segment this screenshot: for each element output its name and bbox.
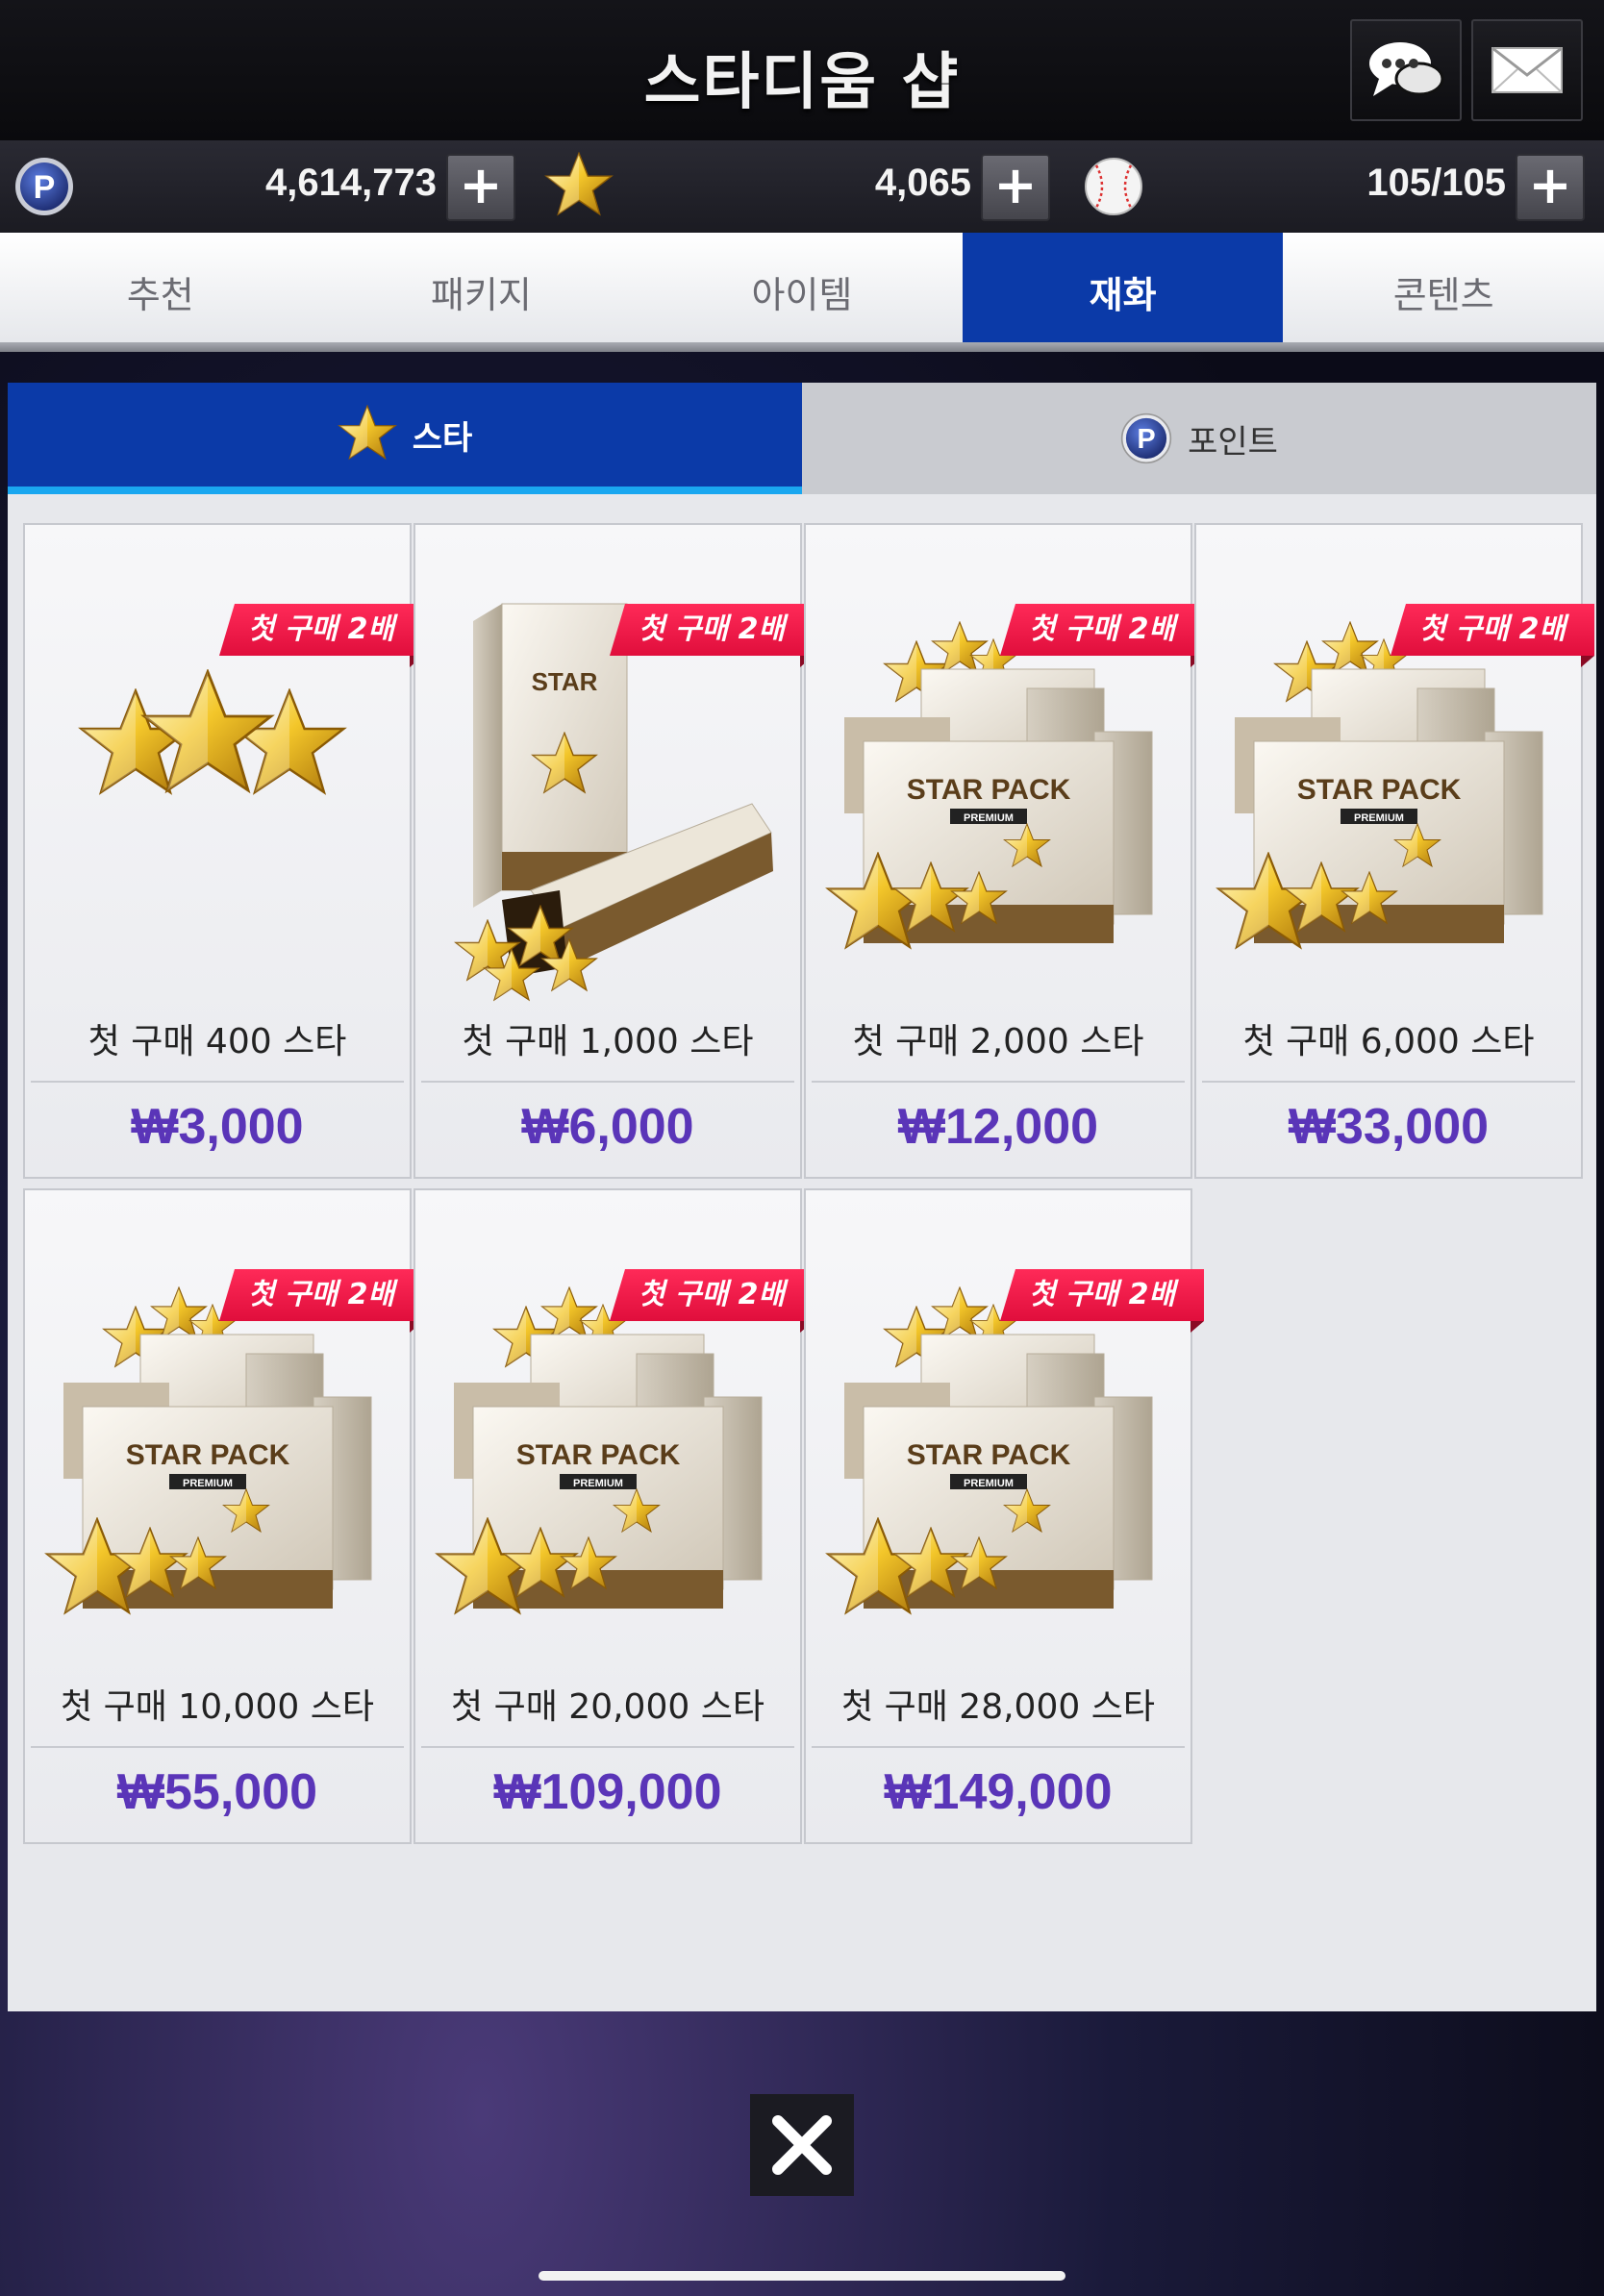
star-icon: [338, 405, 397, 464]
product-card[interactable]: 첫 구매 2배첫 구매 400 스타 ₩3,000: [23, 523, 423, 1179]
product-image: STAR: [415, 525, 800, 1006]
tab-package[interactable]: 패키지: [321, 233, 642, 350]
svg-text:STAR: STAR: [532, 667, 598, 696]
tab-item[interactable]: 아이템: [641, 233, 963, 350]
product-name: 첫 구매 20,000 스타: [451, 1687, 764, 1727]
currency-bar: P 4,614,773 + 4,065 + 105/105 +: [0, 140, 1604, 233]
svg-text:STAR PACK: STAR PACK: [1297, 774, 1462, 806]
product-card[interactable]: STAR 첫 구매 2배첫 구매 1,000 스타 ₩6,000: [414, 523, 814, 1179]
main-tab-bar: 추천 패키지 아이템 재화 콘텐츠: [0, 233, 1604, 350]
svg-text:STAR PACK: STAR PACK: [907, 1439, 1071, 1471]
point-balance: 4,614,773: [265, 162, 437, 204]
first-purchase-badge: 첫 구매 2배: [610, 604, 814, 656]
chat-button[interactable]: [1350, 19, 1462, 121]
badge-ribbon-fold: [1190, 1321, 1204, 1333]
first-purchase-badge: 첫 구매 2배: [1000, 604, 1204, 656]
baseball-icon: [1085, 158, 1142, 215]
svg-text:PREMIUM: PREMIUM: [1354, 812, 1404, 824]
product-price: ₩109,000: [493, 1764, 722, 1820]
product-image: STAR PACK PREMIUM: [1196, 525, 1581, 1006]
product-price: ₩12,000: [897, 1099, 1099, 1155]
tab-bar-divider: [0, 342, 1604, 352]
point-coin-icon: P: [1120, 412, 1172, 464]
svg-text:P: P: [34, 169, 56, 206]
mail-button[interactable]: [1471, 19, 1583, 121]
product-card[interactable]: STAR PACK PREMIUM 첫 구매 2배첫 구매 2,000 스타 ₩1…: [804, 523, 1204, 1179]
product-price: ₩33,000: [1288, 1099, 1490, 1155]
product-name: 첫 구매 400 스타: [88, 1022, 347, 1061]
product-name: 첫 구매 2,000 스타: [852, 1022, 1144, 1061]
product-name: 첫 구매 1,000 스타: [462, 1022, 754, 1061]
svg-text:STAR PACK: STAR PACK: [907, 774, 1071, 806]
svg-text:P: P: [1138, 424, 1156, 455]
product-image: STAR PACK PREMIUM: [806, 525, 1190, 1006]
star-balance: 4,065: [874, 162, 971, 204]
product-image: [25, 525, 410, 1006]
subtab-point-label: 포인트: [1188, 422, 1278, 462]
baseball-count: 105/105: [1366, 162, 1506, 204]
card-divider: [31, 1081, 404, 1083]
first-purchase-badge: 첫 구매 2배: [1000, 1269, 1204, 1321]
tab-recommended[interactable]: 추천: [0, 233, 321, 350]
star-currency: 4,065 +: [539, 140, 1073, 233]
svg-text:PREMIUM: PREMIUM: [573, 1478, 623, 1489]
badge-ribbon-fold: [1581, 656, 1594, 667]
first-purchase-badge: 첫 구매 2배: [610, 1269, 814, 1321]
point-coin-icon: P: [15, 158, 73, 215]
add-points-button[interactable]: +: [446, 154, 515, 221]
home-indicator: [539, 2271, 1065, 2281]
add-baseball-button[interactable]: +: [1516, 154, 1585, 221]
tab-currency[interactable]: 재화: [962, 233, 1284, 350]
product-name: 첫 구매 28,000 스타: [841, 1687, 1155, 1727]
product-name: 첫 구매 6,000 스타: [1242, 1022, 1535, 1061]
top-header: 스타디움 샵: [0, 0, 1604, 140]
chat-bubble-icon: [1369, 42, 1444, 96]
subtab-star-label: 스타: [412, 418, 473, 458]
svg-text:PREMIUM: PREMIUM: [964, 1478, 1014, 1489]
card-divider: [421, 1746, 794, 1748]
subtab-star[interactable]: 스타: [8, 383, 802, 494]
svg-text:STAR PACK: STAR PACK: [516, 1439, 681, 1471]
product-image: STAR PACK PREMIUM: [806, 1190, 1190, 1671]
first-purchase-badge: 첫 구매 2배: [219, 1269, 423, 1321]
svg-text:STAR PACK: STAR PACK: [126, 1439, 290, 1471]
close-icon: [772, 2115, 832, 2175]
svg-text:PREMIUM: PREMIUM: [183, 1478, 233, 1489]
product-card[interactable]: STAR PACK PREMIUM 첫 구매 2배첫 구매 6,000 스타 ₩3…: [1194, 523, 1594, 1179]
product-price: ₩149,000: [884, 1764, 1113, 1820]
svg-text:PREMIUM: PREMIUM: [964, 812, 1014, 824]
product-price: ₩6,000: [521, 1099, 694, 1155]
card-divider: [812, 1081, 1185, 1083]
baseball-currency: 105/105 +: [1073, 140, 1604, 233]
star-icon: [544, 152, 614, 221]
product-image: STAR PACK PREMIUM: [415, 1190, 800, 1671]
sub-tab-bar: 스타 P 포인트: [8, 383, 1596, 494]
first-purchase-badge: 첫 구매 2배: [219, 604, 423, 656]
close-button[interactable]: [750, 2094, 854, 2196]
product-card[interactable]: STAR PACK PREMIUM 첫 구매 2배첫 구매 20,000 스타 ₩…: [414, 1188, 814, 1844]
product-price: ₩3,000: [131, 1099, 304, 1155]
product-price: ₩55,000: [116, 1764, 318, 1820]
card-divider: [1202, 1081, 1575, 1083]
product-image: STAR PACK PREMIUM: [25, 1190, 410, 1671]
card-divider: [421, 1081, 794, 1083]
envelope-icon: [1491, 46, 1563, 93]
product-name: 첫 구매 10,000 스타: [61, 1687, 374, 1727]
card-divider: [31, 1746, 404, 1748]
first-purchase-badge: 첫 구매 2배: [1391, 604, 1594, 656]
shop-panel: 스타 P 포인트 첫 구매 2배 첫 구매 400 스타 ₩3,000 STAR 첫…: [8, 383, 1596, 2011]
tab-content[interactable]: 콘텐츠: [1283, 233, 1604, 350]
product-card[interactable]: STAR PACK PREMIUM 첫 구매 2배첫 구매 10,000 스타 ₩…: [23, 1188, 423, 1844]
card-divider: [812, 1746, 1185, 1748]
product-card[interactable]: STAR PACK PREMIUM 첫 구매 2배첫 구매 28,000 스타 ₩…: [804, 1188, 1204, 1844]
point-currency: P 4,614,773 +: [0, 140, 539, 233]
subtab-point[interactable]: P 포인트: [802, 383, 1596, 494]
add-stars-button[interactable]: +: [981, 154, 1050, 221]
